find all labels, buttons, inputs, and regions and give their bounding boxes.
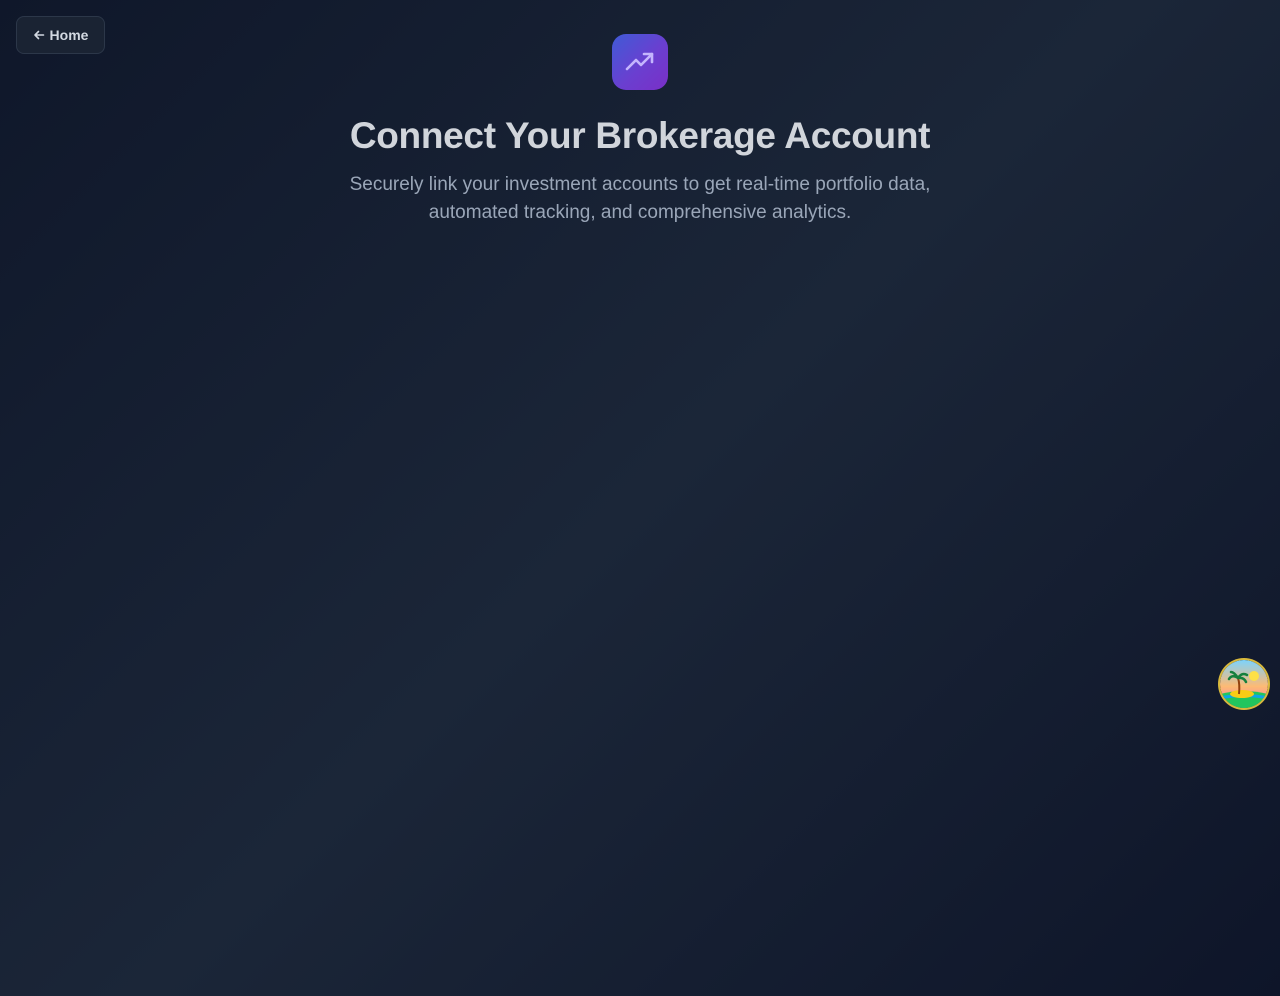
page-subtitle-line-2: automated tracking, and comprehensive an… <box>428 202 852 223</box>
home-button[interactable]: Home <box>16 16 105 54</box>
floating-avatar-button[interactable] <box>1220 660 1268 708</box>
home-button-label: Home <box>49 27 89 43</box>
page-subtitle: Securely link your investment accounts t… <box>320 171 960 227</box>
page-subtitle-line-1: Securely link your investment accounts t… <box>349 174 931 195</box>
logo <box>612 34 668 90</box>
page-title: Connect Your Brokerage Account <box>349 115 931 156</box>
trending-up-icon <box>625 52 654 71</box>
island-avatar-icon <box>1220 660 1268 708</box>
arrow-left-icon <box>33 30 44 40</box>
